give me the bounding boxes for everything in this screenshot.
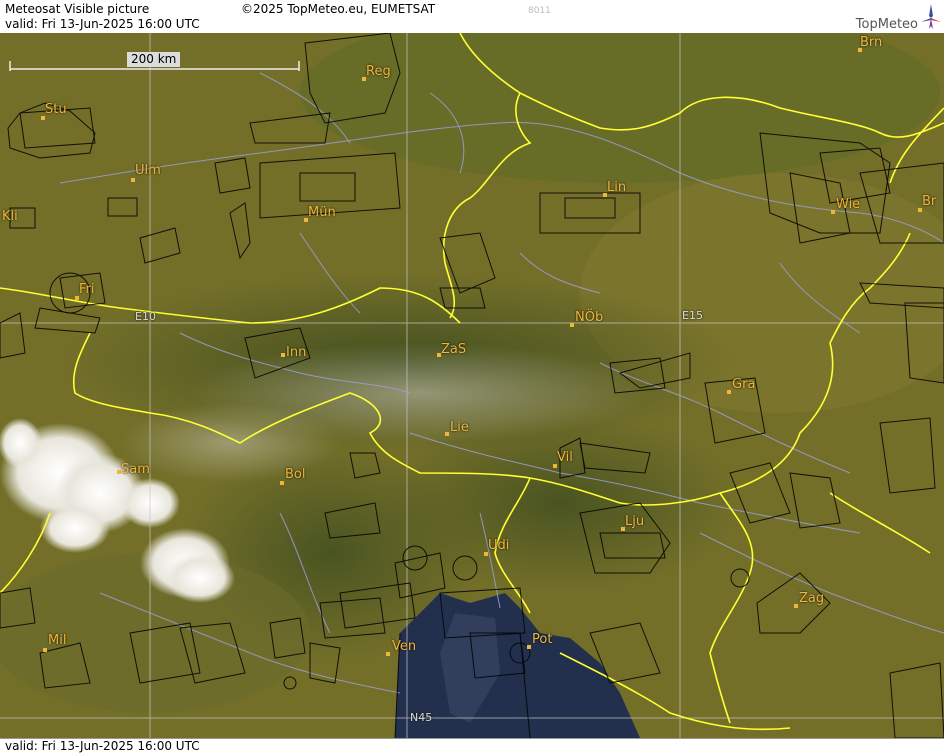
city-label: Brn xyxy=(860,35,883,50)
city-label: Mil xyxy=(48,633,67,648)
city-label: Fri xyxy=(79,282,95,297)
map-svg xyxy=(0,33,944,738)
copyright-text: ©2025 TopMeteo.eu, EUMETSAT xyxy=(241,2,436,16)
city-label: Reg xyxy=(366,64,391,79)
image-code: 8011 xyxy=(528,6,551,16)
city-label: Ven xyxy=(392,639,417,654)
city-label: Stu xyxy=(45,102,67,117)
city-label: Pot xyxy=(532,632,553,647)
city-label: NÖb xyxy=(575,310,604,325)
grid-label-n45: N45 xyxy=(410,711,433,724)
footer-valid-time: valid: Fri 13-Jun-2025 16:00 UTC xyxy=(5,739,200,753)
city-label: Sam xyxy=(121,462,150,477)
grid-label-e10: E10 xyxy=(135,310,156,323)
city-label: Zag xyxy=(799,591,825,606)
city-label: Ulm xyxy=(135,163,161,178)
city-label: Mün xyxy=(308,205,336,220)
scale-label: 200 km xyxy=(127,52,181,67)
city-label: Kli xyxy=(2,209,18,224)
city-label: Gra xyxy=(732,377,756,392)
city-label: ZaS xyxy=(441,342,467,357)
city-label: Lie xyxy=(450,420,469,435)
city-label: Lju xyxy=(625,514,645,529)
brand-name: TopMeteo xyxy=(855,17,918,32)
city-label: Wie xyxy=(836,197,861,212)
city-label: Inn xyxy=(286,345,307,360)
city-label: Udi xyxy=(488,538,510,553)
topmeteo-logo-icon xyxy=(921,4,941,29)
header-bar: Meteosat Visible picture ©2025 TopMeteo.… xyxy=(0,0,944,34)
image-title: Meteosat Visible picture xyxy=(5,2,150,16)
grid-label-e15: E15 xyxy=(682,309,703,322)
city-label: Lin xyxy=(607,180,627,195)
city-label: Bol xyxy=(285,467,306,482)
city-label: Br xyxy=(922,194,937,209)
footer-bar: valid: Fri 13-Jun-2025 16:00 UTC xyxy=(0,738,944,754)
valid-time: valid: Fri 13-Jun-2025 16:00 UTC xyxy=(5,17,200,31)
city-label: Vil xyxy=(557,450,573,465)
satellite-map[interactable]: 200 km E10 E15 N45 Brn Reg Stu Ulm Lin W… xyxy=(0,33,944,738)
